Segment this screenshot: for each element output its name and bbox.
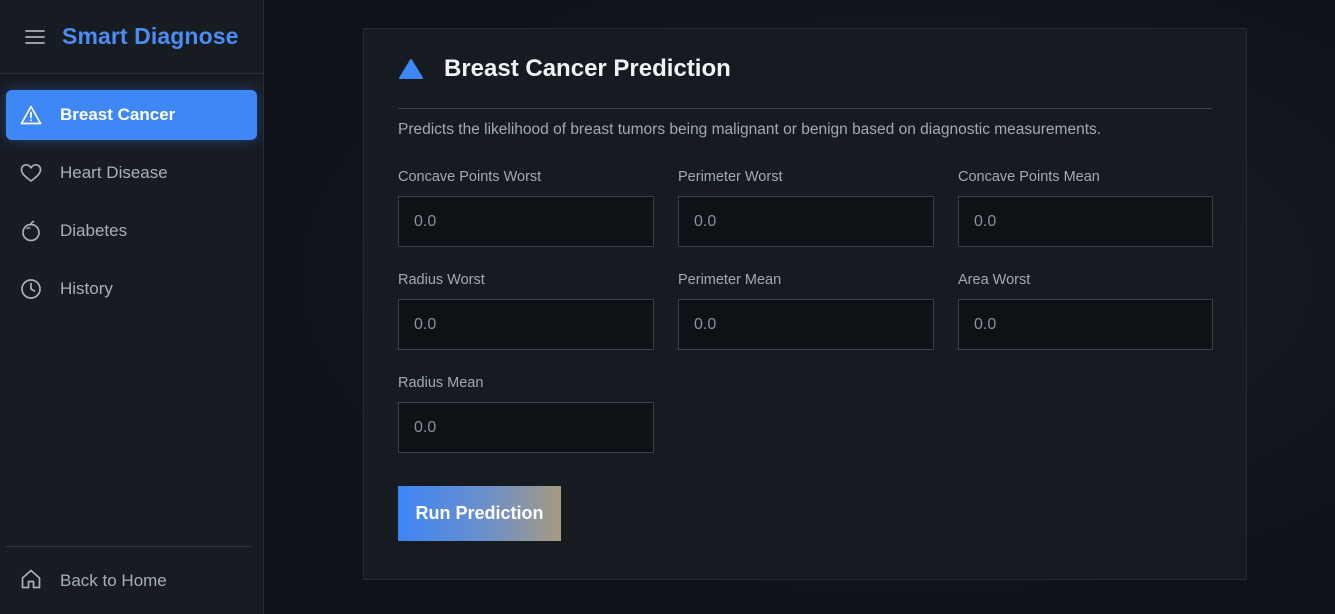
sidebar-item-label: Diabetes <box>60 221 128 240</box>
field-label: Radius Mean <box>398 375 484 391</box>
sidebar-item-history[interactable]: History <box>6 264 257 314</box>
field-label: Perimeter Mean <box>678 272 782 288</box>
sidebar-item-heart-disease[interactable]: Heart Disease <box>6 148 257 198</box>
triangle-icon <box>398 57 424 81</box>
back-to-home-link[interactable]: Back to Home <box>6 547 251 614</box>
card-description: Predicts the likelihood of breast tumors… <box>398 121 1102 138</box>
field-concave-points-mean: Concave Points Mean <box>958 168 1213 247</box>
perimeter-worst-input[interactable] <box>678 196 934 247</box>
sidebar-item-diabetes[interactable]: Diabetes <box>6 206 257 256</box>
sidebar-nav: Breast Cancer Heart Disease Diabetes His… <box>0 74 263 314</box>
concave-points-mean-input[interactable] <box>958 196 1213 247</box>
radius-mean-input[interactable] <box>398 402 654 453</box>
field-perimeter-mean: Perimeter Mean <box>678 271 934 350</box>
sidebar-item-breast-cancer[interactable]: Breast Cancer <box>6 90 257 140</box>
field-radius-worst: Radius Worst <box>398 271 654 350</box>
sidebar-item-label: Breast Cancer <box>60 105 176 124</box>
field-label: Concave Points Mean <box>958 169 1100 185</box>
field-label: Concave Points Worst <box>398 169 542 185</box>
card-header: Breast Cancer Prediction <box>398 29 1212 109</box>
app-root: Smart Diagnose Breast Cancer Heart Disea… <box>0 0 1335 614</box>
menu-icon[interactable] <box>24 26 46 48</box>
sidebar-item-label: History <box>60 279 113 298</box>
perimeter-mean-input[interactable] <box>678 299 934 350</box>
main-content: Breast Cancer Prediction Predicts the li… <box>264 0 1335 614</box>
heart-icon <box>20 162 42 184</box>
input-grid: Concave Points Worst Perimeter Worst Con… <box>398 168 1213 453</box>
field-concave-points-worst: Concave Points Worst <box>398 168 654 247</box>
field-label: Area Worst <box>958 272 1031 288</box>
brand-title[interactable]: Smart Diagnose <box>62 23 239 50</box>
back-to-home-label: Back to Home <box>60 571 167 590</box>
field-label: Radius Worst <box>398 272 485 288</box>
field-label: Perimeter Worst <box>678 169 783 185</box>
clock-icon <box>20 278 42 300</box>
sidebar-header: Smart Diagnose <box>0 0 263 74</box>
apple-icon <box>20 220 42 242</box>
page-title: Breast Cancer Prediction <box>444 54 731 82</box>
run-prediction-button[interactable]: Run Prediction <box>398 486 561 541</box>
prediction-card: Breast Cancer Prediction Predicts the li… <box>363 28 1247 580</box>
field-perimeter-worst: Perimeter Worst <box>678 168 934 247</box>
sidebar-item-label: Heart Disease <box>60 163 168 182</box>
concave-points-worst-input[interactable] <box>398 196 654 247</box>
area-worst-input[interactable] <box>958 299 1213 350</box>
field-radius-mean: Radius Mean <box>398 374 654 453</box>
warning-triangle-icon <box>20 104 42 126</box>
sidebar: Smart Diagnose Breast Cancer Heart Disea… <box>0 0 264 614</box>
radius-worst-input[interactable] <box>398 299 654 350</box>
home-icon <box>20 568 42 595</box>
field-area-worst: Area Worst <box>958 271 1213 350</box>
sidebar-footer: Back to Home <box>6 546 251 614</box>
